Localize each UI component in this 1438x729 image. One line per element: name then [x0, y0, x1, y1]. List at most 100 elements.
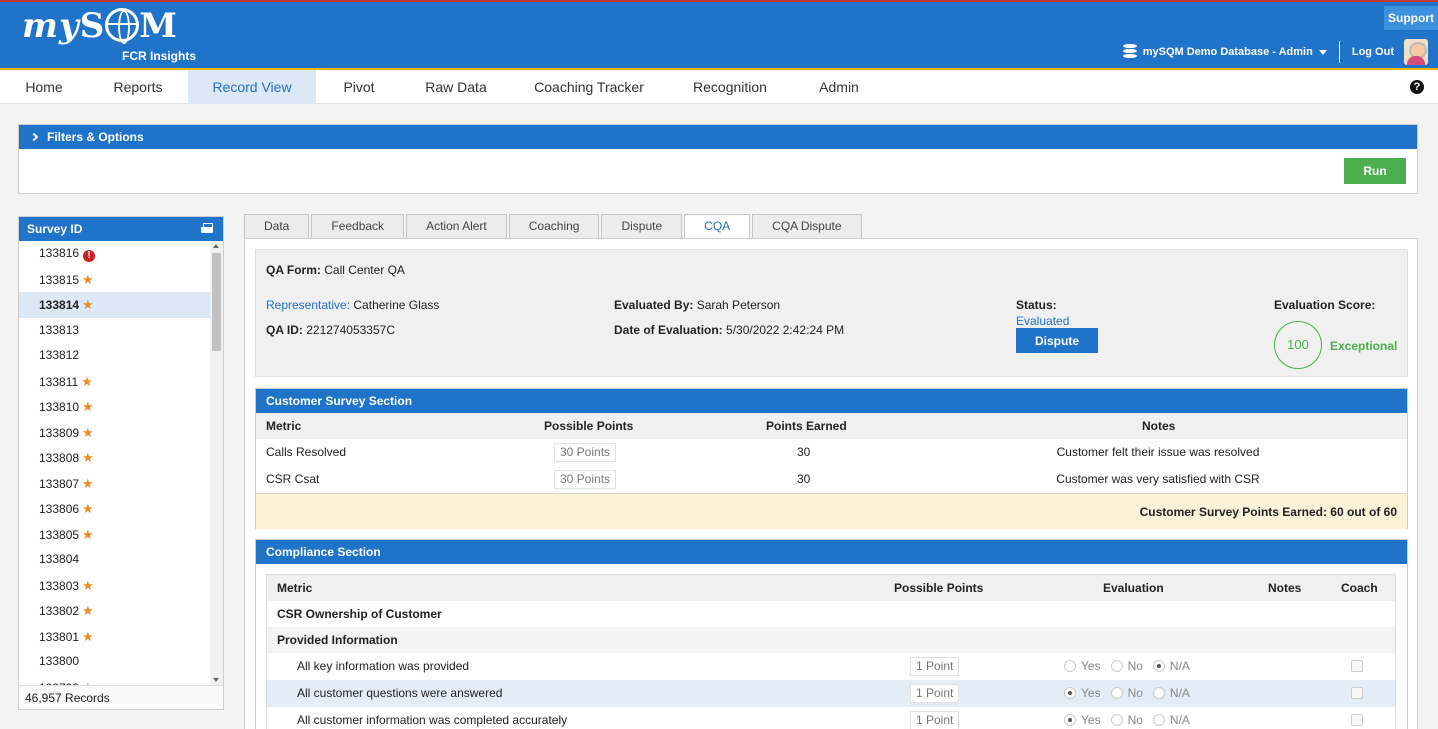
filters-toggle[interactable]: Filters & Options — [19, 125, 1417, 149]
radio-yes[interactable] — [1064, 714, 1076, 726]
coach-checkbox[interactable] — [1351, 714, 1363, 726]
list-item[interactable]: 133808★ — [19, 445, 211, 471]
tab-cqa[interactable]: CQA — [684, 214, 750, 238]
user-bar: mySQM Demo Database - Admin Log Out — [1123, 38, 1428, 66]
list-item[interactable]: 133810★ — [19, 394, 211, 420]
coach-cell — [1351, 687, 1363, 701]
list-item[interactable]: 133813 — [19, 318, 211, 344]
table-row: Calls Resolved30 Points30Customer felt t… — [256, 439, 1407, 466]
coach-cell — [1351, 714, 1363, 728]
tab-dispute[interactable]: Dispute — [601, 214, 682, 238]
star-icon: ★ — [82, 501, 94, 516]
nav-coaching-tracker[interactable]: Coaching Tracker — [510, 70, 668, 104]
table-row: All customer information was completed a… — [267, 707, 1395, 729]
printer-icon[interactable] — [201, 223, 213, 234]
list-item[interactable]: 133807★ — [19, 471, 211, 497]
star-icon: ★ — [81, 374, 93, 389]
coach-checkbox[interactable] — [1351, 660, 1363, 672]
col-metric: Metric — [266, 413, 301, 439]
tab-action-alert[interactable]: Action Alert — [406, 214, 507, 238]
support-button[interactable]: Support — [1384, 6, 1438, 30]
list-item[interactable]: 133806★ — [19, 496, 211, 522]
list-item[interactable]: 133809★ — [19, 420, 211, 446]
nav-pivot[interactable]: Pivot — [316, 70, 402, 104]
metric-cell: All customer information was completed a… — [297, 707, 567, 729]
star-icon: ★ — [82, 476, 94, 491]
list-item[interactable]: 133805★ — [19, 522, 211, 548]
survey-id: 133802 — [39, 604, 79, 618]
logout-link[interactable]: Log Out — [1352, 46, 1394, 58]
list-item[interactable]: 133814★ — [19, 292, 211, 318]
list-item[interactable]: 133801★ — [19, 624, 211, 650]
evaluation-date: Date of Evaluation: 5/30/2022 2:42:24 PM — [614, 323, 844, 337]
radio-yes[interactable] — [1064, 687, 1076, 699]
list-item[interactable]: 133799★ — [19, 675, 211, 686]
help-icon[interactable]: ? — [1410, 80, 1424, 94]
survey-id: 133812 — [39, 348, 79, 362]
radio-label: No — [1128, 686, 1143, 700]
star-icon: ★ — [82, 425, 94, 440]
radio-na[interactable] — [1153, 687, 1165, 699]
nav-recognition[interactable]: Recognition — [668, 70, 792, 104]
list-item[interactable]: 133804 — [19, 547, 211, 573]
chevron-down-icon[interactable] — [1319, 50, 1327, 55]
compliance-header: Metric Possible Points Evaluation Notes … — [267, 575, 1395, 601]
nav-admin[interactable]: Admin — [792, 70, 886, 104]
metric-cell: Calls Resolved — [266, 439, 346, 466]
compliance-table: Metric Possible Points Evaluation Notes … — [266, 574, 1396, 729]
survey-id: 133814 — [39, 298, 79, 312]
radio-no[interactable] — [1111, 714, 1123, 726]
list-item[interactable]: 133803★ — [19, 573, 211, 599]
evaluation-radios: YesNoN/A — [1064, 680, 1200, 707]
database-icon — [1123, 44, 1137, 60]
main-nav: Home Reports Record View Pivot Raw Data … — [0, 70, 1438, 104]
radio-label: Yes — [1081, 713, 1101, 727]
nav-home[interactable]: Home — [0, 70, 88, 104]
tab-coaching[interactable]: Coaching — [509, 214, 600, 238]
star-icon: ★ — [82, 603, 94, 618]
col-notes: Notes — [1142, 413, 1175, 439]
list-item[interactable]: 133811★ — [19, 369, 211, 395]
radio-na[interactable] — [1153, 660, 1165, 672]
coach-checkbox[interactable] — [1351, 687, 1363, 699]
nav-record-view[interactable]: Record View — [188, 70, 316, 104]
radio-no[interactable] — [1111, 687, 1123, 699]
compliance-title: Compliance Section — [256, 540, 1407, 564]
database-selector[interactable]: mySQM Demo Database - Admin — [1143, 46, 1313, 58]
nav-reports[interactable]: Reports — [88, 70, 188, 104]
list-item[interactable]: 133802★ — [19, 598, 211, 624]
record-count: 46,957 Records — [19, 685, 223, 709]
status-value[interactable]: Evaluated — [1016, 314, 1069, 328]
scroll-up-icon[interactable] — [213, 244, 219, 248]
list-item[interactable]: 133816! — [19, 241, 211, 267]
survey-list-scrollbar[interactable] — [210, 241, 223, 685]
col-points-earned: Points Earned — [766, 413, 847, 439]
dispute-button[interactable]: Dispute — [1016, 328, 1098, 353]
radio-na[interactable] — [1153, 714, 1165, 726]
tab-data[interactable]: Data — [244, 214, 309, 238]
avatar[interactable] — [1404, 39, 1428, 65]
representative-link[interactable]: Representative: — [266, 298, 350, 312]
customer-survey-total: Customer Survey Points Earned: 60 out of… — [256, 493, 1407, 529]
radio-yes[interactable] — [1064, 660, 1076, 672]
customer-survey-header: Metric Possible Points Points Earned Not… — [256, 413, 1407, 439]
radio-no[interactable] — [1111, 660, 1123, 672]
table-row: CSR Csat30 Points30Customer was very sat… — [256, 466, 1407, 493]
survey-list-title: Survey ID — [27, 222, 82, 236]
survey-id: 133800 — [39, 654, 79, 668]
points-badge: 1 Point — [910, 684, 959, 703]
scroll-thumb[interactable] — [212, 253, 221, 351]
col-coach: Coach — [1341, 575, 1378, 601]
nav-raw-data[interactable]: Raw Data — [402, 70, 510, 104]
tab-cqa-dispute[interactable]: CQA Dispute — [752, 214, 861, 238]
run-button[interactable]: Run — [1344, 158, 1406, 184]
app-logo[interactable]: mySM FCR Insights — [22, 6, 178, 46]
list-item[interactable]: 133812 — [19, 343, 211, 369]
scroll-down-icon[interactable] — [213, 678, 219, 682]
table-row: All customer questions were answered1 Po… — [267, 680, 1395, 707]
tab-feedback[interactable]: Feedback — [311, 214, 404, 238]
list-item[interactable]: 133800 — [19, 649, 211, 675]
col-possible-points: Possible Points — [894, 575, 983, 601]
filters-title: Filters & Options — [47, 130, 144, 144]
list-item[interactable]: 133815★ — [19, 267, 211, 293]
